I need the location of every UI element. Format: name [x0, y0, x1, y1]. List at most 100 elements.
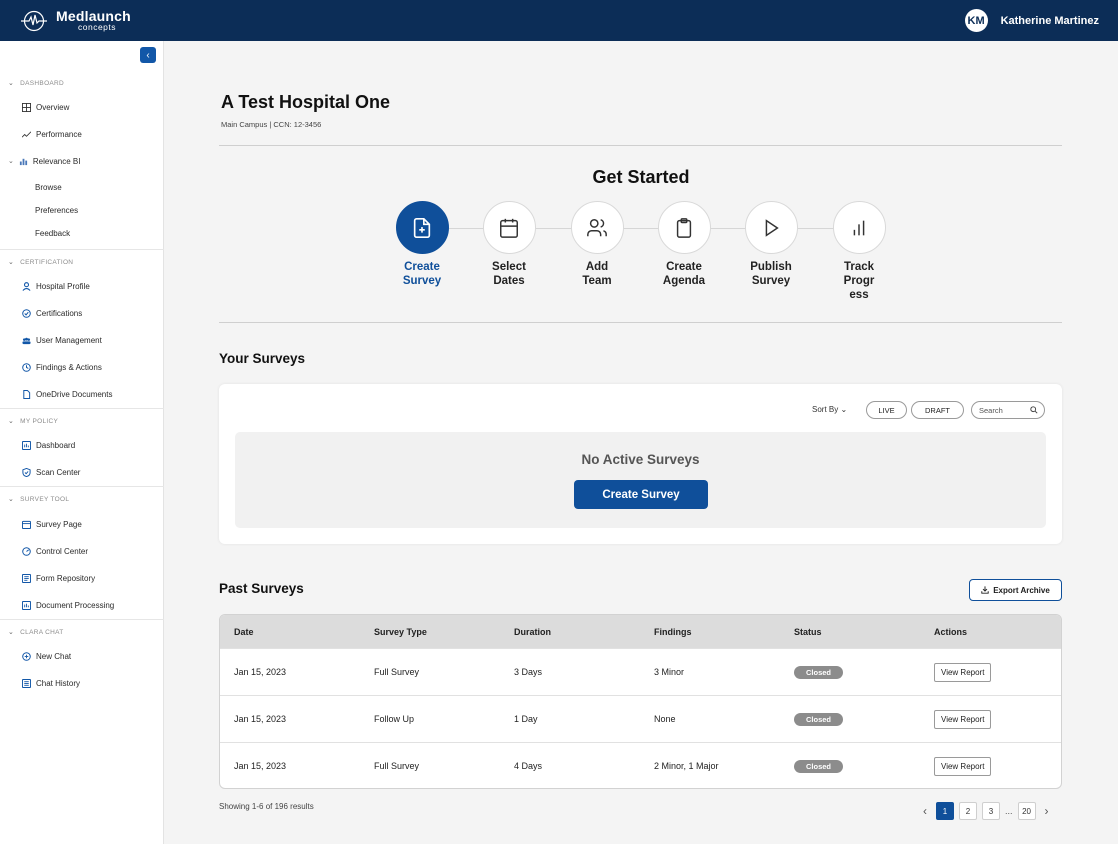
- sidebar-item-label: Scan Center: [36, 467, 81, 477]
- step-label: Select: [492, 261, 526, 273]
- page-button[interactable]: 2: [959, 802, 977, 820]
- step-label: Team: [582, 275, 612, 287]
- step-label: Survey: [402, 275, 442, 287]
- search-input[interactable]: Search: [971, 401, 1045, 419]
- sidebar-item-hospital-profile[interactable]: Hospital Profile: [22, 280, 90, 292]
- pagination: ‹ 1 2 3 ... 20 ›: [919, 802, 1053, 820]
- sidebar-item-findings-actions[interactable]: Findings & Actions: [22, 361, 102, 373]
- sidebar-item-relevance-bi[interactable]: ⌄ Relevance BI: [8, 155, 80, 167]
- sidebar-item-preferences[interactable]: Preferences: [35, 206, 78, 215]
- step-track-progress[interactable]: Track Progr ess: [819, 201, 899, 302]
- user-name[interactable]: Katherine Martinez: [1001, 15, 1099, 27]
- status-badge: Closed: [794, 712, 844, 726]
- page-button[interactable]: 20: [1017, 802, 1036, 820]
- sidebar-item-label: New Chat: [36, 651, 72, 661]
- section-my-policy[interactable]: ⌄ MY POLICY: [8, 417, 58, 426]
- sidebar-item-document-processing[interactable]: Document Processing: [22, 599, 114, 611]
- cell-findings: 2 Minor, 1 Major: [654, 761, 719, 771]
- sidebar-item-label: Control Center: [36, 546, 89, 556]
- chat-plus-icon: [22, 651, 31, 661]
- sidebar-item-new-chat[interactable]: New Chat: [22, 650, 71, 662]
- column-header[interactable]: Duration: [500, 627, 640, 637]
- cell-date: Jan 15, 2023: [234, 714, 287, 724]
- user-menu[interactable]: KM Katherine Martinez: [964, 9, 1099, 32]
- form-icon: [22, 573, 31, 583]
- table-header: Date Survey Type Duration Findings Statu…: [220, 615, 1061, 648]
- page-subtitle: Main Campus | CCN: 12-3456: [221, 120, 322, 129]
- step-label: ess: [849, 289, 869, 301]
- main-content: A Test Hospital One Main Campus | CCN: 1…: [164, 41, 1118, 844]
- column-header[interactable]: Date: [220, 627, 360, 637]
- filter-draft-button[interactable]: DRAFT: [911, 401, 964, 419]
- step-create-agenda[interactable]: Create Agenda: [644, 201, 724, 288]
- section-clara-chat[interactable]: ⌄ CLARA CHAT: [8, 628, 64, 637]
- step-publish-survey[interactable]: Publish Survey: [731, 201, 811, 288]
- view-report-button[interactable]: View Report: [934, 662, 992, 682]
- create-survey-button[interactable]: Create Survey: [574, 480, 708, 509]
- shield-icon: [22, 467, 31, 477]
- check-circle-icon: [22, 308, 31, 318]
- clipboard-icon: [676, 217, 692, 238]
- chart-box-icon: [22, 600, 31, 610]
- view-report-button[interactable]: View Report: [934, 709, 992, 729]
- sort-by-dropdown[interactable]: Sort By ⌄: [812, 405, 847, 414]
- filter-live-button[interactable]: LIVE: [866, 401, 907, 419]
- sidebar-item-onedrive-documents[interactable]: OneDrive Documents: [22, 388, 112, 400]
- bar-chart-icon: [853, 220, 865, 235]
- search-placeholder: Search: [979, 405, 1003, 415]
- grid-icon: [22, 102, 31, 112]
- step-label: Add: [585, 261, 609, 273]
- step-add-team[interactable]: Add Team: [557, 201, 637, 288]
- chevron-left-icon[interactable]: ‹: [919, 804, 931, 818]
- column-header[interactable]: Actions: [920, 627, 1060, 637]
- sidebar-item-feedback[interactable]: Feedback: [35, 229, 70, 238]
- sidebar-item-chat-history[interactable]: Chat History: [22, 677, 80, 689]
- sidebar-item-form-repository[interactable]: Form Repository: [22, 572, 95, 584]
- sidebar-item-control-center[interactable]: Control Center: [22, 545, 88, 557]
- view-report-button[interactable]: View Report: [934, 756, 992, 776]
- your-surveys-title: Your Surveys: [219, 351, 306, 366]
- chevron-right-icon[interactable]: ›: [1041, 804, 1053, 818]
- column-header[interactable]: Status: [780, 627, 920, 637]
- sidebar-item-certifications[interactable]: Certifications: [22, 307, 82, 319]
- sidebar-item-policy-dashboard[interactable]: Dashboard: [22, 439, 75, 451]
- cell-status: Closed: [780, 712, 920, 726]
- section-survey-tool[interactable]: ⌄ SURVEY TOOL: [8, 495, 69, 504]
- calendar-icon: [22, 520, 31, 529]
- logo[interactable]: Medlaunch concepts: [20, 9, 131, 32]
- step-label: Create: [666, 261, 702, 273]
- document-icon: [22, 389, 31, 399]
- chart-box-icon: [22, 440, 31, 450]
- step-label: Progr: [843, 275, 875, 287]
- export-archive-button[interactable]: Export Archive: [969, 579, 1062, 601]
- calendar-icon: [500, 218, 518, 238]
- step-select-dates[interactable]: Select Dates: [469, 201, 549, 288]
- search-icon: [1030, 406, 1038, 414]
- sidebar-item-browse[interactable]: Browse: [35, 183, 62, 192]
- sidebar-item-overview[interactable]: Overview: [22, 101, 69, 113]
- get-started-title: Get Started: [592, 167, 690, 187]
- collapse-sidebar-button[interactable]: ‹: [140, 47, 156, 63]
- column-header[interactable]: Findings: [640, 627, 780, 637]
- divider: [0, 408, 164, 409]
- divider: [0, 486, 164, 487]
- cell-date: Jan 15, 2023: [234, 667, 287, 677]
- column-header[interactable]: Survey Type: [360, 627, 500, 637]
- page-button[interactable]: 1: [936, 802, 954, 820]
- status-badge: Closed: [794, 759, 844, 773]
- cell-status: Closed: [780, 759, 920, 773]
- section-dashboard[interactable]: ⌄ DASHBOARD: [8, 79, 64, 88]
- empty-state: No Active Surveys Create Survey: [235, 432, 1046, 528]
- divider: [219, 322, 1062, 323]
- step-create-survey[interactable]: Create Survey: [382, 201, 462, 288]
- sidebar-item-label: Form Repository: [36, 573, 96, 583]
- page-button[interactable]: 3: [982, 802, 1000, 820]
- sidebar-item-survey-page[interactable]: Survey Page: [22, 518, 82, 530]
- top-bar: Medlaunch concepts KM Katherine Martinez: [0, 0, 1118, 41]
- chevron-down-icon: ⌄: [840, 405, 848, 414]
- sidebar-item-performance[interactable]: Performance: [22, 128, 82, 140]
- section-certification[interactable]: ⌄ CERTIFICATION: [8, 258, 73, 267]
- avatar[interactable]: KM: [964, 9, 988, 32]
- sidebar-item-scan-center[interactable]: Scan Center: [22, 466, 80, 478]
- sidebar-item-user-management[interactable]: User Management: [22, 334, 102, 346]
